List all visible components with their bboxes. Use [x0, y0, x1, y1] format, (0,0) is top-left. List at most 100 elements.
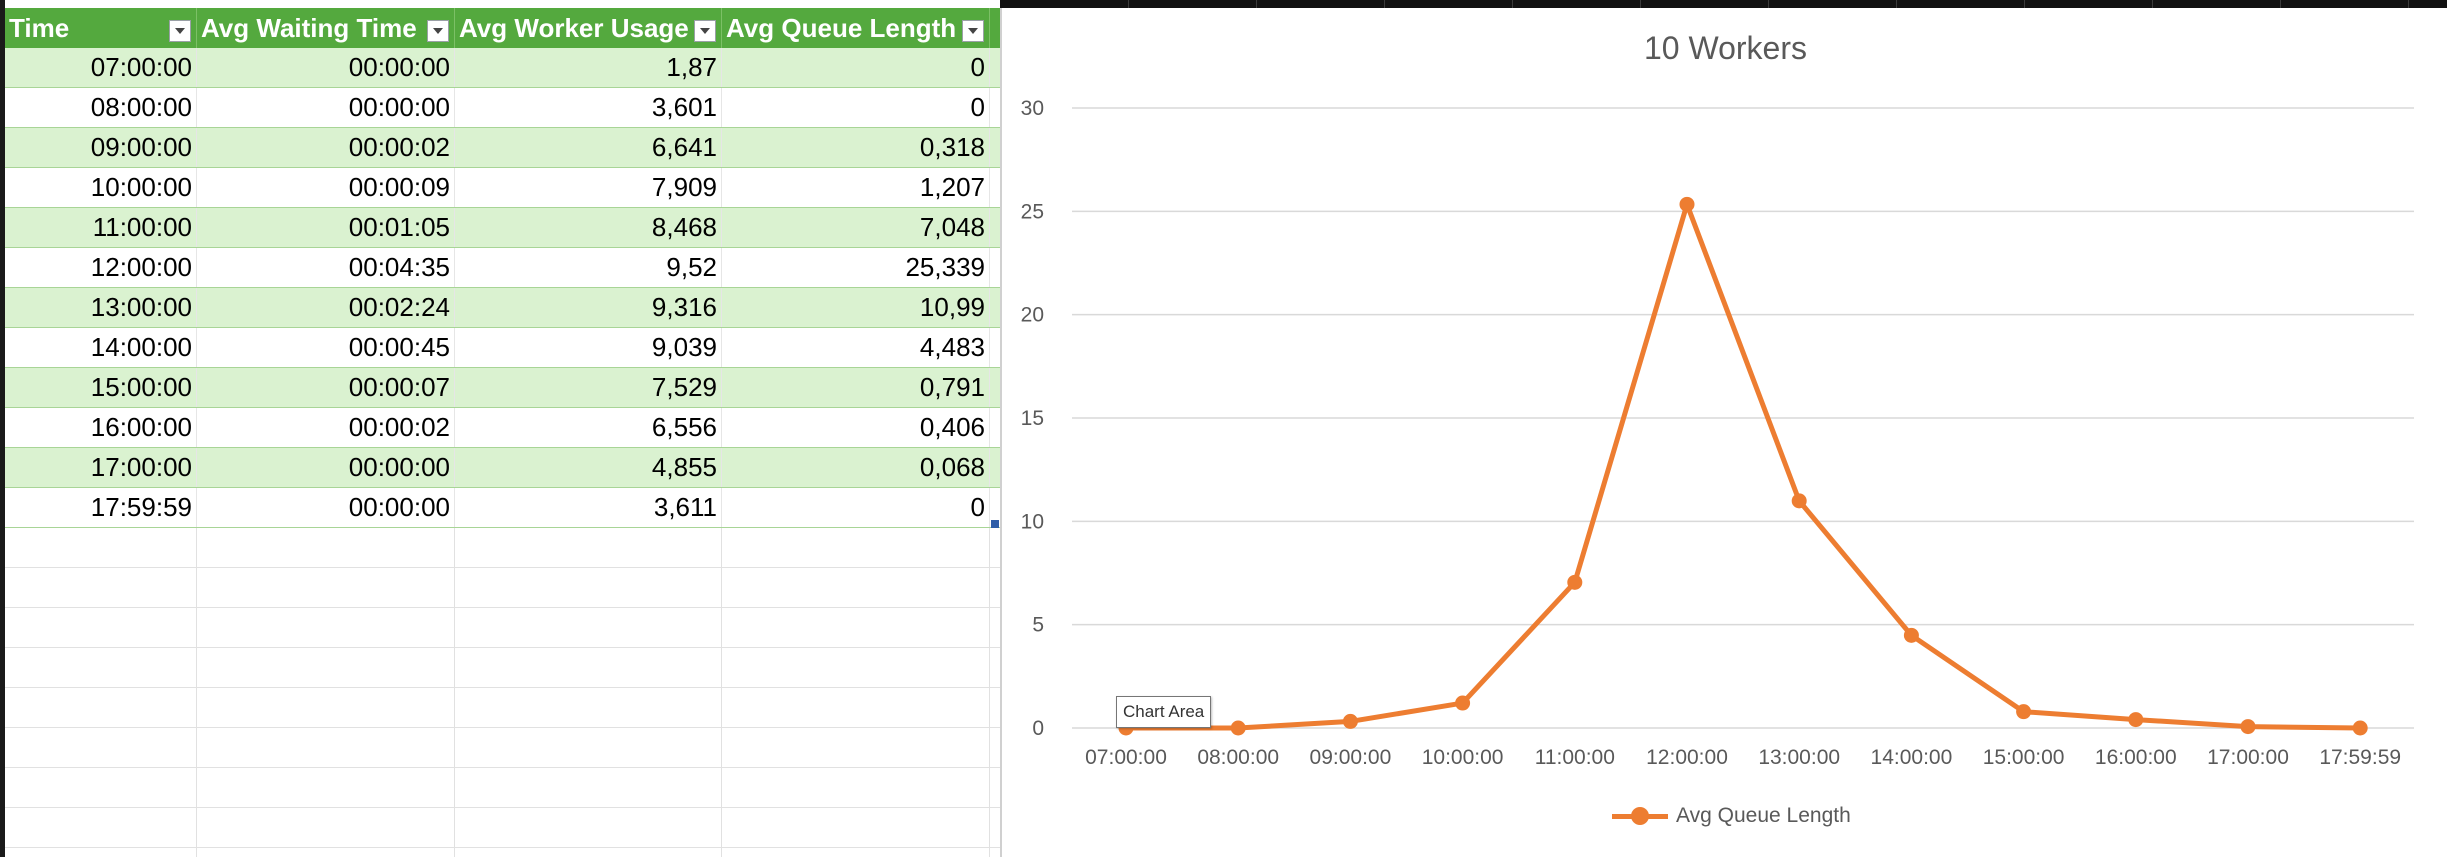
- table-cell[interactable]: 13:00:00: [5, 288, 197, 327]
- table-cell[interactable]: 1,207: [722, 168, 990, 207]
- x-tick-label: 13:00:00: [1758, 746, 1840, 769]
- column-separator: [1128, 0, 1129, 8]
- column-separator: [1640, 0, 1641, 8]
- table-cell[interactable]: 1,87: [455, 48, 722, 87]
- chart-area-tooltip: Chart Area: [1116, 696, 1212, 728]
- table-cell[interactable]: 9,316: [455, 288, 722, 327]
- table-row: 11:00:00 00:01:05 8,468 7,048: [5, 208, 1000, 248]
- data-point: [2128, 712, 2144, 728]
- table-cell[interactable]: 9,039: [455, 328, 722, 367]
- table-row: 17:00:00 00:00:00 4,855 0,068: [5, 448, 1000, 488]
- table-cell[interactable]: 9,52: [455, 248, 722, 287]
- column-header-label: Time: [9, 13, 70, 43]
- data-point: [1342, 713, 1358, 729]
- table-cell[interactable]: 0,406: [722, 408, 990, 447]
- table-cell[interactable]: 00:01:05: [197, 208, 455, 247]
- chart-area[interactable]: 10 Workers 0 5 10 15 20 25 30 07:00:00 08:00:00 0…: [1000, 8, 2447, 857]
- data-point: [1455, 695, 1471, 711]
- table-cell[interactable]: 17:59:59: [5, 488, 197, 527]
- table-cell[interactable]: 12:00:00: [5, 248, 197, 287]
- table-cell[interactable]: 10,99: [722, 288, 990, 327]
- filter-dropdown-icon[interactable]: [169, 20, 191, 42]
- column-header[interactable]: Avg Worker Usage: [455, 8, 722, 48]
- x-tick-label: 07:00:00: [1085, 746, 1167, 769]
- table-cell[interactable]: 07:00:00: [5, 48, 197, 87]
- column-header-label: Avg Waiting Time: [201, 13, 417, 43]
- table-cell[interactable]: 00:00:00: [197, 48, 455, 87]
- data-point: [2352, 720, 2368, 736]
- table-cell[interactable]: 10:00:00: [5, 168, 197, 207]
- table-cell[interactable]: 3,601: [455, 88, 722, 127]
- table-row: 13:00:00 00:02:24 9,316 10,99: [5, 288, 1000, 328]
- x-tick-label: 16:00:00: [2095, 746, 2177, 769]
- table-cell[interactable]: 0: [722, 88, 990, 127]
- table-cell[interactable]: 00:00:00: [197, 448, 455, 487]
- table-cell[interactable]: 0,318: [722, 128, 990, 167]
- grid-line: [5, 687, 1000, 688]
- table-cell[interactable]: 4,483: [722, 328, 990, 367]
- x-tick-label: 14:00:00: [1871, 746, 1953, 769]
- table-cell[interactable]: 08:00:00: [5, 88, 197, 127]
- table-cell[interactable]: 7,909: [455, 168, 722, 207]
- table-cell[interactable]: 00:00:45: [197, 328, 455, 367]
- table-resize-handle[interactable]: [991, 520, 999, 528]
- column-header[interactable]: Avg Queue Length: [722, 8, 990, 48]
- table-cell[interactable]: 7,529: [455, 368, 722, 407]
- filter-dropdown-icon[interactable]: [694, 20, 716, 42]
- column-header-label: Avg Worker Usage: [459, 13, 689, 43]
- table-cell[interactable]: 0: [722, 488, 990, 527]
- table-cell[interactable]: 17:00:00: [5, 448, 197, 487]
- table-cell[interactable]: 16:00:00: [5, 408, 197, 447]
- series-line: [1123, 201, 2363, 731]
- table-cell[interactable]: 00:04:35: [197, 248, 455, 287]
- table-header-row: Time Avg Waiting Time Avg Worker Usage Avg …: [5, 8, 1000, 48]
- table-cell[interactable]: 3,611: [455, 488, 722, 527]
- table-cell[interactable]: 00:00:09: [197, 168, 455, 207]
- data-point: [1567, 574, 1583, 590]
- table-cell[interactable]: 6,556: [455, 408, 722, 447]
- table-cell[interactable]: 0,791: [722, 368, 990, 407]
- table-cell[interactable]: 14:00:00: [5, 328, 197, 367]
- filter-dropdown-icon[interactable]: [427, 20, 449, 42]
- data-point: [1230, 720, 1246, 736]
- column-header[interactable]: Time: [5, 8, 197, 48]
- spreadsheet-grid[interactable]: Time Avg Waiting Time Avg Worker Usage Avg …: [5, 8, 1000, 857]
- x-tick-label: 12:00:00: [1646, 746, 1728, 769]
- table-cell[interactable]: 09:00:00: [5, 128, 197, 167]
- column-header[interactable]: Avg Waiting Time: [197, 8, 455, 48]
- table-cell[interactable]: 00:02:24: [197, 288, 455, 327]
- x-tick-label: 10:00:00: [1422, 746, 1504, 769]
- y-tick-label: 10: [1021, 510, 1044, 533]
- grid-line: [5, 727, 1000, 728]
- table-row: 15:00:00 00:00:07 7,529 0,791: [5, 368, 1000, 408]
- column-separator: [1256, 0, 1257, 8]
- table-row: 17:59:59 00:00:00 3,611 0: [5, 488, 1000, 528]
- column-separator: [1384, 0, 1385, 8]
- table-cell[interactable]: 8,468: [455, 208, 722, 247]
- table-cell[interactable]: 00:00:07: [197, 368, 455, 407]
- legend-line-marker-icon: [1612, 804, 1668, 828]
- column-separator: [2280, 0, 2281, 8]
- table-cell[interactable]: 00:00:02: [197, 128, 455, 167]
- table-cell[interactable]: 11:00:00: [5, 208, 197, 247]
- table-row: 14:00:00 00:00:45 9,039 4,483: [5, 328, 1000, 368]
- chart-legend[interactable]: Avg Queue Length: [1612, 801, 1851, 831]
- table-cell[interactable]: 4,855: [455, 448, 722, 487]
- grid-line: [5, 767, 1000, 768]
- y-tick-label: 30: [1021, 97, 1044, 120]
- line-chart[interactable]: 0 5 10 15 20 25 30 07:00:00 08:00:00 09:00:00 10:0…: [1002, 8, 2447, 857]
- table-cell[interactable]: 0: [722, 48, 990, 87]
- table-cell[interactable]: 7,048: [722, 208, 990, 247]
- filter-dropdown-icon[interactable]: [962, 20, 984, 42]
- grid-line: [5, 647, 1000, 648]
- grid-line: [5, 607, 1000, 608]
- table-cell[interactable]: 25,339: [722, 248, 990, 287]
- table-row: 10:00:00 00:00:09 7,909 1,207: [5, 168, 1000, 208]
- table-cell[interactable]: 00:00:00: [197, 88, 455, 127]
- table-cell[interactable]: 00:00:00: [197, 488, 455, 527]
- table-cell[interactable]: 0,068: [722, 448, 990, 487]
- table-cell[interactable]: 00:00:02: [197, 408, 455, 447]
- table-cell[interactable]: 6,641: [455, 128, 722, 167]
- table-row: 08:00:00 00:00:00 3,601 0: [5, 88, 1000, 128]
- table-cell[interactable]: 15:00:00: [5, 368, 197, 407]
